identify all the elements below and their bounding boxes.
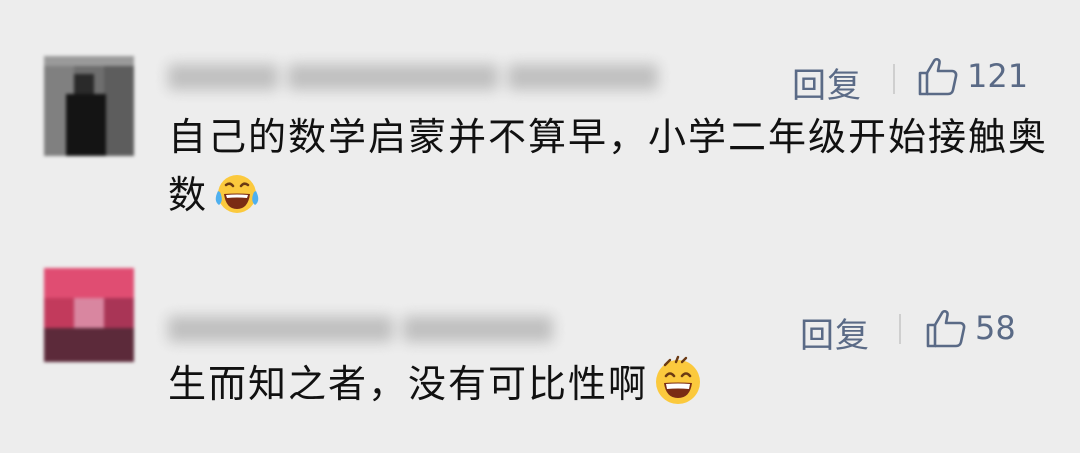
comment-item: 回复 121 自己的数学启蒙并不算早，小学二年级开始接触奥数: [0, 0, 1080, 260]
like-count: 121: [967, 57, 1029, 95]
reply-button[interactable]: 回复: [792, 58, 862, 107]
avatar[interactable]: [44, 56, 134, 156]
action-divider: [899, 314, 901, 344]
action-divider: [893, 64, 895, 94]
comment-item: 回复 58 生而知之者，没有可比性啊: [0, 260, 1080, 453]
thumbs-up-icon: [917, 56, 959, 96]
like-button[interactable]: 121: [917, 56, 1028, 96]
comment-text: 自己的数学启蒙并不算早，小学二年级开始接触奥数: [168, 108, 1048, 233]
laughing-tears-emoji-icon: [212, 171, 262, 233]
like-button[interactable]: 58: [925, 308, 1016, 348]
username-blurred: [168, 60, 658, 94]
username-blurred: [168, 312, 553, 346]
thumbs-up-icon: [925, 308, 967, 348]
avatar[interactable]: [44, 268, 134, 362]
like-count: 58: [975, 309, 1016, 347]
reply-button[interactable]: 回复: [800, 308, 870, 357]
comment-text: 生而知之者，没有可比性啊: [168, 354, 1048, 422]
grinning-emoji-icon: [652, 354, 704, 422]
